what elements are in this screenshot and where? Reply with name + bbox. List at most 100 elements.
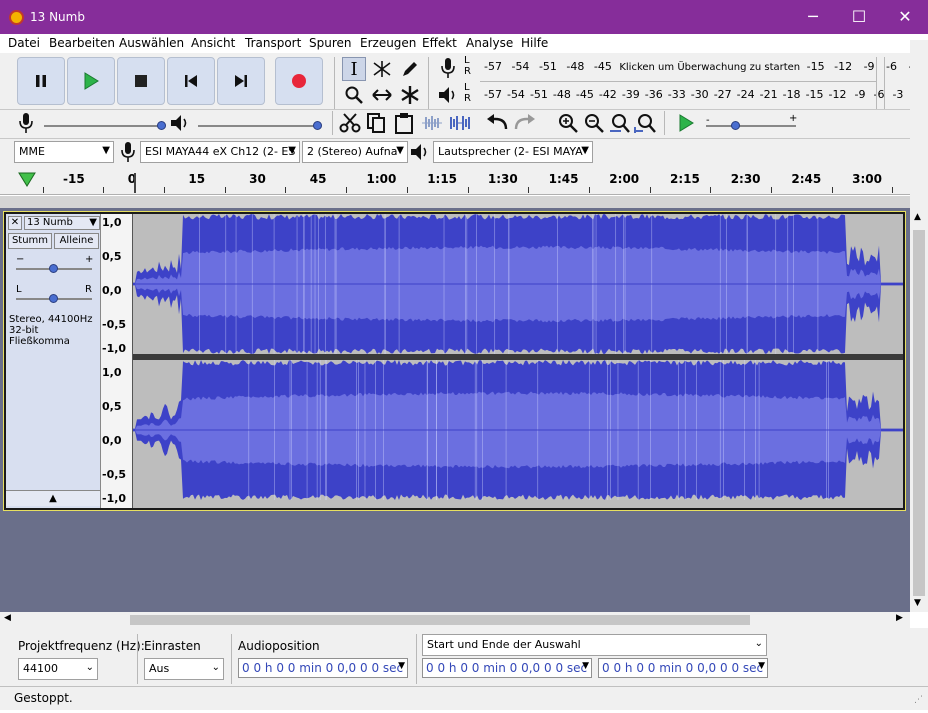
zoom-tool[interactable] bbox=[342, 83, 366, 107]
playback-meter-tick: -18 bbox=[782, 88, 801, 101]
amplitude-scale: 1,0 0,5 0,0 -0,5 -1,0 1,0 0,5 0,0 -0,5 -1,0 bbox=[101, 214, 133, 508]
menu-bearbeiten[interactable]: Bearbeiten bbox=[49, 36, 115, 50]
menu-ansicht[interactable]: Ansicht bbox=[191, 36, 235, 50]
redo-button[interactable] bbox=[512, 111, 536, 135]
snap-select[interactable]: Aus ⌄ bbox=[144, 658, 224, 680]
vertical-scrollbar[interactable]: ▲ ▼ bbox=[910, 208, 928, 612]
menu-hilfe[interactable]: Hilfe bbox=[521, 36, 548, 50]
silence-audio-button[interactable] bbox=[448, 111, 472, 135]
draw-tool[interactable] bbox=[398, 57, 422, 81]
copy-button[interactable] bbox=[364, 111, 388, 135]
skip-to-end-button[interactable] bbox=[217, 57, 265, 105]
trim-audio-button[interactable] bbox=[420, 111, 444, 135]
record-volume-slider[interactable] bbox=[44, 125, 164, 127]
scroll-left-icon[interactable]: ◀ bbox=[4, 613, 11, 623]
menu-analyse[interactable]: Analyse bbox=[466, 36, 513, 50]
project-rate-select[interactable]: 44100 ⌄ bbox=[18, 658, 98, 680]
menu-erzeugen[interactable]: Erzeugen bbox=[360, 36, 416, 50]
scroll-up-icon[interactable]: ▲ bbox=[914, 212, 921, 222]
audio-position-value: 0 0 h 0 0 min 0 0,0 0 0 sec bbox=[242, 661, 404, 675]
multi-tool[interactable] bbox=[398, 83, 422, 107]
menu-effekt[interactable]: Effekt bbox=[422, 36, 457, 50]
pan-left-label: L bbox=[16, 284, 22, 295]
vertical-scroll-thumb[interactable] bbox=[913, 230, 925, 596]
recording-device-select[interactable]: ESI MAYA44 eX Ch12 (2- ES ▼ bbox=[140, 141, 300, 163]
solo-button[interactable]: Alleine bbox=[54, 233, 99, 249]
waveform-right-channel[interactable] bbox=[133, 360, 903, 500]
audio-host-select[interactable]: MME ▼ bbox=[14, 141, 114, 163]
minimize-button[interactable]: ─ bbox=[790, 0, 836, 34]
playback-volume-thumb[interactable] bbox=[313, 121, 322, 130]
horizontal-scroll-thumb[interactable] bbox=[130, 615, 750, 625]
cut-button[interactable] bbox=[338, 111, 362, 135]
waveform-display[interactable] bbox=[133, 214, 903, 508]
ruler-tick-label: 1:45 bbox=[548, 172, 579, 186]
track-close-button[interactable]: ✕ bbox=[8, 216, 22, 230]
play-speed-thumb[interactable] bbox=[731, 121, 740, 130]
pause-button[interactable] bbox=[17, 57, 65, 105]
scroll-down-icon[interactable]: ▼ bbox=[914, 598, 921, 608]
audio-position-field[interactable]: 0 0 h 0 0 min 0 0,0 0 0 sec ▼ bbox=[238, 658, 408, 678]
play-speed-slider[interactable] bbox=[706, 125, 796, 127]
close-button[interactable]: ✕ bbox=[882, 0, 928, 34]
project-rate-label: Projektfrequenz (Hz): bbox=[18, 639, 145, 653]
record-meter-tick: -6 bbox=[886, 60, 898, 73]
horizontal-scrollbar[interactable]: ◀ ▶ bbox=[0, 612, 910, 628]
collapse-track-button[interactable]: ▲ bbox=[6, 490, 100, 506]
selection-tool[interactable]: I bbox=[342, 57, 366, 81]
menu-spuren[interactable]: Spuren bbox=[309, 36, 352, 50]
playback-meter[interactable]: -57 -54 -51 -48 -45 -42 -39 -36 -33 -30 -27 -24 -21-… bbox=[484, 88, 918, 108]
zoom-in-button[interactable] bbox=[556, 111, 580, 135]
fit-project-button[interactable] bbox=[634, 111, 658, 135]
track-name-menu[interactable]: 13 Numb ▼ bbox=[24, 216, 100, 230]
i-beam-icon: I bbox=[350, 58, 358, 80]
zoom-out-button[interactable] bbox=[582, 111, 606, 135]
play-at-speed-button[interactable] bbox=[674, 111, 698, 135]
selection-mode-select[interactable]: Start und Ende der Auswahl ⌄ bbox=[422, 634, 767, 656]
microphone-icon bbox=[121, 142, 135, 162]
playback-meter-tick: -36 bbox=[644, 88, 663, 101]
skip-end-icon bbox=[235, 75, 247, 87]
playback-device-select[interactable]: Lautsprecher (2- ESI MAYA ▼ bbox=[433, 141, 593, 163]
undo-icon bbox=[487, 114, 508, 130]
undo-button[interactable] bbox=[486, 111, 510, 135]
scroll-right-icon[interactable]: ▶ bbox=[896, 613, 903, 623]
menu-transport[interactable]: Transport bbox=[245, 36, 301, 50]
envelope-tool[interactable] bbox=[370, 57, 394, 81]
paste-button[interactable] bbox=[392, 111, 416, 135]
skip-to-start-button[interactable] bbox=[167, 57, 215, 105]
mute-button[interactable]: Stumm bbox=[8, 233, 52, 249]
record-meter[interactable]: -57 -54 -51 -48 -45 Klicken um Überwachu… bbox=[484, 60, 928, 80]
playback-meter-tick: -9 bbox=[854, 88, 866, 101]
menu-auswaehlen[interactable]: Auswählen bbox=[119, 36, 184, 50]
record-meter-tick: -12 bbox=[834, 60, 853, 73]
record-button[interactable] bbox=[275, 57, 323, 105]
monitor-message[interactable]: Klicken um Überwachung zu starten bbox=[619, 62, 800, 73]
pin-playhead-icon[interactable] bbox=[17, 172, 37, 191]
record-meter-button[interactable] bbox=[436, 56, 460, 80]
status-text: Gestoppt. bbox=[14, 691, 73, 705]
playback-volume-slider[interactable] bbox=[198, 125, 318, 127]
pan-thumb[interactable] bbox=[49, 294, 58, 303]
resize-grip-icon[interactable]: ⋰ bbox=[914, 695, 923, 705]
fit-selection-button[interactable] bbox=[608, 111, 632, 135]
timeshift-tool[interactable] bbox=[370, 83, 394, 107]
playback-meter-tick: -15 bbox=[805, 88, 824, 101]
play-button[interactable] bbox=[67, 57, 115, 105]
stop-button[interactable] bbox=[117, 57, 165, 105]
trim-icon bbox=[422, 116, 442, 130]
waveform-left-channel[interactable] bbox=[133, 214, 903, 354]
record-volume-thumb[interactable] bbox=[157, 121, 166, 130]
maximize-button[interactable]: ☐ bbox=[836, 0, 882, 34]
menu-datei[interactable]: Datei bbox=[8, 36, 40, 50]
ruler-tick-label: 15 bbox=[188, 172, 206, 186]
playback-volume-icon-button bbox=[168, 111, 192, 135]
timeline-ruler[interactable]: -15 0 15 30 45 1:00 1:15 1:30 1:45 2:00 2:15 2:30 2:… bbox=[0, 167, 928, 195]
selection-start-field[interactable]: 0 0 h 0 0 min 0 0,0 0 0 sec ▼ bbox=[422, 658, 592, 678]
recording-channels-select[interactable]: 2 (Stereo) Aufna ▼ bbox=[302, 141, 408, 163]
selection-end-field[interactable]: 0 0 h 0 0 min 0 0,0 0 0 sec ▼ bbox=[598, 658, 768, 678]
chevron-down-icon: ▼ bbox=[582, 661, 589, 671]
toolbar-area: I L R -57 -54 -51 -48 -45 Klicken um Übe… bbox=[0, 53, 928, 167]
gain-thumb[interactable] bbox=[49, 264, 58, 273]
playback-meter-button[interactable] bbox=[436, 83, 460, 107]
